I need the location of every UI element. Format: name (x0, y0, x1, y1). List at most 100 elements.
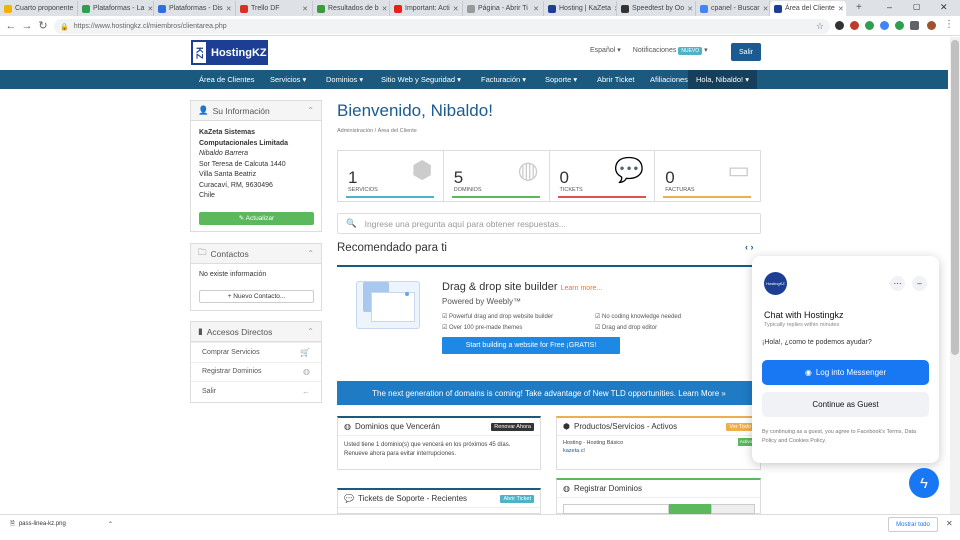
nav-user-menu[interactable]: Hola, Nibaldo! ▾ (688, 70, 757, 89)
nav-domains[interactable]: Dominios ▾ (326, 70, 363, 89)
site-logo[interactable]: KZ HostingKZ (191, 40, 268, 65)
browser-tab[interactable]: Important: Acti ✕ (390, 1, 463, 16)
browser-tab[interactable]: cpanel - Buscar ✕ (696, 1, 770, 16)
forward-icon[interactable]: → (20, 19, 34, 33)
chevron-up-icon[interactable]: ⌃ (307, 249, 314, 258)
chevron-up-icon[interactable]: ⌃ (307, 327, 314, 336)
tld-banner[interactable]: The next generation of domains is coming… (337, 381, 761, 405)
close-tab-icon[interactable]: ✕ (226, 5, 232, 13)
product-row[interactable]: Hosting - Hosting Básico kazeta.cl Activ… (557, 436, 760, 458)
chevron-up-icon[interactable]: ⌃ (108, 521, 113, 528)
bookmark-star-icon[interactable]: ☆ (816, 21, 824, 32)
shortcuts-panel-header[interactable]: ▮ Accesos Directos ⌃ (191, 322, 321, 342)
back-icon[interactable]: ← (4, 19, 18, 33)
browser-tab[interactable]: Trello DF ✕ (236, 1, 313, 16)
info-panel-header[interactable]: 👤 Su Información ⌃ (191, 101, 321, 121)
domain-search-button[interactable] (669, 504, 711, 514)
chat-options-icon[interactable]: ⋯ (890, 276, 905, 291)
show-all-downloads-button[interactable]: Mostrar todo (888, 517, 938, 532)
browser-tab[interactable]: Plataformas - La ✕ (78, 1, 154, 16)
shortcuts-panel-title: Accesos Directos (206, 326, 273, 337)
download-item[interactable]: 🗎 pass-linea-kz.png ⌃ (10, 519, 113, 529)
close-tab-icon[interactable]: ✕ (453, 5, 459, 13)
nav-open-ticket[interactable]: Abrir Ticket (597, 70, 635, 89)
browser-tab[interactable]: Área del Cliente ✕ (770, 1, 846, 16)
stat-tickets[interactable]: 0 TICKETS 💬 (550, 151, 656, 201)
product-domain: kazeta.cl (563, 448, 585, 454)
breadcrumb[interactable]: Administración / Área del Cliente (337, 128, 417, 134)
open-ticket-button[interactable]: Abrir Ticket (500, 494, 534, 503)
stat-domains[interactable]: 5 DOMINIOS ◍ (444, 151, 550, 201)
view-all-button[interactable]: Ver Todo (726, 422, 754, 431)
globe-icon: ◍ (344, 422, 351, 431)
nav-client-area[interactable]: Área de Clientes (199, 70, 254, 89)
close-window-icon[interactable]: ✕ (940, 2, 948, 13)
language-selector[interactable]: Español ▾ (590, 46, 621, 54)
stat-bar (663, 196, 752, 198)
chat-minimize-icon[interactable]: – (912, 276, 927, 291)
close-tab-icon[interactable]: ✕ (533, 5, 539, 13)
continue-as-guest-button[interactable]: Continue as Guest (762, 392, 929, 417)
shortcut-register-domains[interactable]: Registrar Dominios ◍ (191, 361, 321, 382)
close-tab-icon[interactable]: ✕ (382, 5, 388, 13)
nav-website-security[interactable]: Sitio Web y Seguridad ▾ (381, 70, 461, 89)
nav-affiliates[interactable]: Afiliaciones (650, 70, 688, 89)
nav-services[interactable]: Servicios ▾ (270, 70, 306, 89)
product-name: Hosting - Hosting Básico (563, 440, 624, 446)
browser-tab[interactable]: Speedtest by Oo ✕ (617, 1, 696, 16)
maximize-icon[interactable]: ▢ (913, 2, 921, 11)
close-tab-icon[interactable]: ✕ (302, 5, 308, 13)
shortcut-logout[interactable]: Salir ← (191, 381, 321, 401)
stat-invoices[interactable]: 0 FACTURAS ▭ (655, 151, 760, 201)
close-downloads-icon[interactable]: ✕ (946, 519, 953, 528)
reload-icon[interactable]: ↻ (36, 19, 50, 33)
new-tab-icon[interactable]: + (856, 2, 862, 13)
contacts-panel-header[interactable]: 🗀 Contactos ⌃ (191, 244, 321, 264)
browser-tab[interactable]: Página - Abrir Ti ✕ (463, 1, 544, 16)
extension-icon[interactable] (880, 21, 889, 30)
extension-icon[interactable] (850, 21, 859, 30)
log-into-messenger-button[interactable]: ◉ Log into Messenger (762, 360, 929, 385)
url-bar[interactable]: 🔒 https://www.hostingkz.cl/miembros/clie… (54, 19, 830, 34)
feature-item: ☑ Drag and drop editor (595, 325, 658, 331)
chevron-up-icon[interactable]: ⌃ (307, 106, 314, 115)
profile-avatar[interactable] (927, 21, 936, 30)
nav-billing[interactable]: Facturación ▾ (481, 70, 526, 89)
menu-kebab-icon[interactable]: ⋮ (944, 19, 954, 30)
carousel-arrows[interactable]: ‹ › (745, 242, 754, 252)
browser-tab[interactable]: Cuarto proponente✕ (0, 1, 78, 16)
browser-tab[interactable]: Resultados de b ✕ (313, 1, 390, 16)
user-icon: 👤 (198, 105, 209, 115)
logout-button[interactable]: Salir (731, 43, 761, 61)
messenger-icon[interactable]: ϟ (909, 468, 939, 498)
nav-support[interactable]: Soporte ▾ (545, 70, 577, 89)
stat-services[interactable]: 1 SERVICIOS ⬢ (338, 151, 444, 201)
chevron-right-icon[interactable]: › (751, 242, 754, 252)
learn-more-link[interactable]: Learn more... (561, 285, 603, 292)
new-contact-button[interactable]: + Nuevo Contacto... (199, 290, 314, 303)
close-tab-icon[interactable]: ✕ (687, 5, 693, 13)
close-tab-icon[interactable]: ✕ (763, 5, 769, 13)
weebly-illustration (356, 281, 420, 329)
domain-search-input[interactable] (563, 504, 669, 514)
kb-search-input[interactable]: 🔍 Ingrese una pregunta aquí para obtener… (337, 213, 761, 234)
browser-tab[interactable]: Plataformas - Dis ✕ (154, 1, 236, 16)
chevron-left-icon[interactable]: ‹ (745, 242, 748, 252)
extension-icon[interactable] (895, 21, 904, 30)
extension-icon[interactable] (835, 21, 844, 30)
close-tab-icon[interactable]: ✕ (838, 5, 844, 13)
browser-tab[interactable]: Hosting | KaZeta✕ (544, 1, 617, 16)
renew-now-button[interactable]: Renovar Ahora (491, 422, 534, 431)
chat-terms[interactable]: By continuing as a guest, you agree to F… (762, 428, 930, 445)
domain-transfer-button[interactable] (711, 504, 755, 514)
update-info-button[interactable]: ✎ Actualizar (199, 212, 314, 225)
close-tab-icon[interactable]: ✕ (147, 5, 153, 13)
start-building-button[interactable]: Start building a website for Free ¡GRATI… (442, 337, 620, 354)
cube-icon: ⬢ (563, 422, 570, 431)
shortcut-buy-services[interactable]: Comprar Servicios 🛒 (191, 342, 321, 362)
minimize-icon[interactable]: – (887, 2, 892, 12)
extension-icon[interactable] (865, 21, 874, 30)
page-scrollbar-thumb[interactable] (951, 40, 959, 355)
notifications-link[interactable]: Notificaciones NUEVO ▾ (633, 46, 708, 55)
puzzle-icon[interactable] (910, 21, 919, 30)
